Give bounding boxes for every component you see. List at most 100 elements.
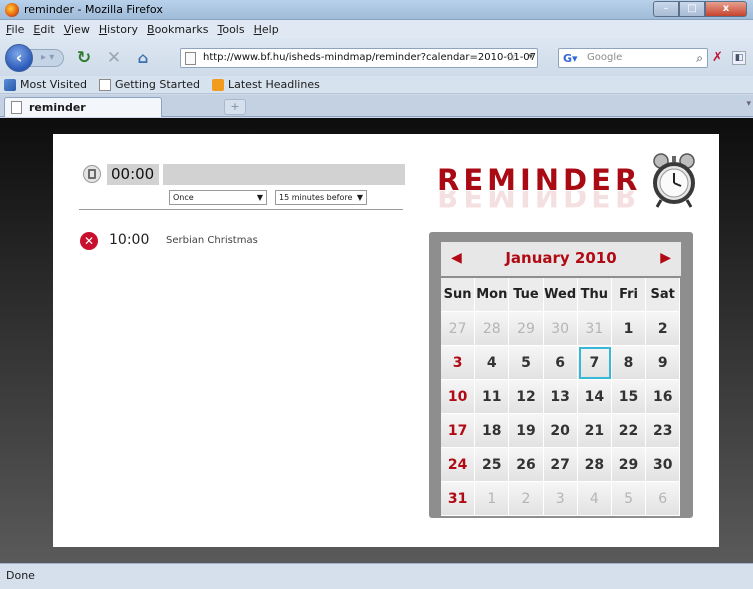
- calendar-day[interactable]: 12: [509, 380, 544, 414]
- calendar-grid: Sun Mon Tue Wed Thu Fri Sat 27 28 29 30 31 1 2 3 4 5 6 7 8 9…: [441, 278, 681, 516]
- notify-select[interactable]: 15 minutes before ▼: [275, 190, 367, 205]
- bookmark-most-visited[interactable]: Most Visited: [4, 78, 87, 91]
- calendar-day[interactable]: 18: [475, 414, 510, 448]
- menu-bookmarks[interactable]: Bookmarks: [147, 23, 208, 36]
- menu-history[interactable]: History: [99, 23, 138, 36]
- calendar-day[interactable]: 11: [475, 380, 510, 414]
- calendar-day[interactable]: 8: [611, 346, 647, 380]
- calendar-day[interactable]: 2: [509, 482, 544, 516]
- calendar-day[interactable]: 19: [509, 414, 544, 448]
- page-viewport: 00:00 Once ▼ 15 minutes before ▼ ✕ 10:00…: [0, 118, 753, 563]
- maximize-button[interactable]: □: [679, 1, 705, 17]
- alarm-clock-icon: [653, 153, 695, 208]
- addon-menu-icon[interactable]: ◧: [732, 51, 746, 65]
- stop-icon[interactable]: ✕: [104, 48, 124, 68]
- calendar-day[interactable]: 13: [543, 380, 578, 414]
- new-tab-button[interactable]: +: [224, 99, 246, 115]
- title-input[interactable]: [163, 164, 405, 185]
- url-bar[interactable]: http://www.bf.hu/isheds-mindmap/reminder…: [180, 48, 538, 68]
- calendar-month: January 2010: [505, 249, 617, 267]
- menu-file[interactable]: File: [6, 23, 24, 36]
- search-icon[interactable]: ⌕: [696, 51, 703, 66]
- calendar-day[interactable]: 7: [577, 346, 612, 380]
- calendar-day[interactable]: 23: [646, 414, 681, 448]
- next-month-button[interactable]: ▶: [660, 250, 671, 266]
- calendar-day[interactable]: 21: [577, 414, 612, 448]
- calendar-day[interactable]: 25: [475, 448, 510, 482]
- calendar-day[interactable]: 5: [509, 346, 544, 380]
- menu-bar: File Edit View History Bookmarks Tools H…: [0, 20, 753, 38]
- forward-button[interactable]: ▸ ▾: [28, 49, 64, 67]
- tab-strip: reminder + ▾: [0, 95, 753, 117]
- menu-edit[interactable]: Edit: [33, 23, 54, 36]
- close-button[interactable]: x: [705, 1, 747, 17]
- firefox-icon: [5, 3, 19, 17]
- calendar-day[interactable]: 30: [543, 312, 578, 346]
- google-icon[interactable]: G▾: [563, 52, 578, 65]
- event-time: 10:00: [109, 232, 150, 248]
- addon-icon[interactable]: ✗: [712, 50, 723, 65]
- calendar-day[interactable]: 31: [441, 482, 476, 516]
- event-title: Serbian Christmas: [166, 235, 258, 246]
- calendar-day[interactable]: 4: [475, 346, 510, 380]
- calendar-header: ◀ January 2010 ▶: [441, 242, 681, 276]
- calendar-day[interactable]: 14: [577, 380, 612, 414]
- calendar-day[interactable]: 10: [441, 380, 476, 414]
- weekday-header: Fri: [611, 278, 647, 312]
- calendar-day[interactable]: 6: [646, 482, 681, 516]
- calendar-day[interactable]: 5: [611, 482, 647, 516]
- chevron-down-icon: ▼: [256, 193, 263, 202]
- home-icon[interactable]: ⌂: [133, 48, 153, 68]
- calendar-day[interactable]: 1: [475, 482, 510, 516]
- calendar-day[interactable]: 28: [475, 312, 510, 346]
- menu-view[interactable]: View: [64, 23, 90, 36]
- calendar-day[interactable]: 15: [611, 380, 647, 414]
- weekday-header: Wed: [543, 278, 578, 312]
- calendar-day[interactable]: 17: [441, 414, 476, 448]
- calendar-day[interactable]: 26: [509, 448, 544, 482]
- weekday-header: Mon: [475, 278, 510, 312]
- calendar-day[interactable]: 28: [577, 448, 612, 482]
- calendar-day[interactable]: 6: [543, 346, 578, 380]
- menu-help[interactable]: Help: [254, 23, 279, 36]
- calendar-day[interactable]: 24: [441, 448, 476, 482]
- calendar-day[interactable]: 16: [646, 380, 681, 414]
- calendar-day[interactable]: 9: [646, 346, 681, 380]
- status-text: Done: [6, 569, 35, 582]
- url-dropdown-icon[interactable]: ▾: [528, 52, 533, 62]
- calendar-day[interactable]: 1: [611, 312, 647, 346]
- calendar: ◀ January 2010 ▶ Sun Mon Tue Wed Thu Fri Sat 27…: [429, 232, 693, 518]
- bookmark-latest-headlines[interactable]: Latest Headlines: [212, 78, 320, 91]
- calendar-day[interactable]: 20: [543, 414, 578, 448]
- calendar-day[interactable]: 22: [611, 414, 647, 448]
- repeat-select[interactable]: Once ▼: [169, 190, 267, 205]
- calendar-day[interactable]: 27: [441, 312, 476, 346]
- menu-tools[interactable]: Tools: [217, 23, 244, 36]
- calendar-day[interactable]: 31: [577, 312, 612, 346]
- delete-icon[interactable]: ✕: [80, 232, 98, 250]
- weekday-header: Thu: [577, 278, 612, 312]
- calendar-day[interactable]: 29: [509, 312, 544, 346]
- tab-list-icon[interactable]: ▾: [746, 99, 751, 109]
- bookmark-star-icon[interactable]: ☆: [505, 50, 517, 65]
- calendar-day[interactable]: 30: [646, 448, 681, 482]
- calendar-day[interactable]: 4: [577, 482, 612, 516]
- status-bar: Done: [0, 563, 753, 589]
- navigation-toolbar: ▸ ▾ ‹ ↻ ✕ ⌂ http://www.bf.hu/isheds-mind…: [0, 38, 753, 76]
- window-controls: – □ x: [653, 1, 747, 17]
- minimize-button[interactable]: –: [653, 1, 679, 17]
- weekday-header: Sun: [441, 278, 476, 312]
- bookmark-getting-started[interactable]: Getting Started: [98, 78, 200, 91]
- calendar-day[interactable]: 3: [441, 346, 476, 380]
- time-input[interactable]: 00:00: [107, 164, 159, 185]
- back-button[interactable]: ‹: [5, 44, 33, 72]
- calendar-day[interactable]: 29: [611, 448, 647, 482]
- reload-icon[interactable]: ↻: [74, 48, 94, 68]
- page-icon: [185, 52, 196, 65]
- calendar-day[interactable]: 2: [646, 312, 681, 346]
- save-icon[interactable]: [83, 165, 101, 183]
- tab-reminder[interactable]: reminder: [4, 97, 162, 117]
- search-box[interactable]: G▾ Google ⌕: [558, 48, 708, 68]
- calendar-day[interactable]: 3: [543, 482, 578, 516]
- calendar-day[interactable]: 27: [543, 448, 578, 482]
